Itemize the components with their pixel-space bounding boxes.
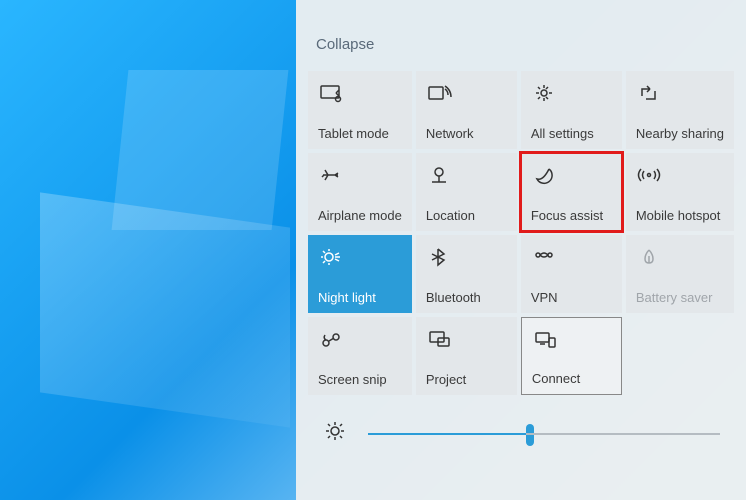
tile-all-settings[interactable]: All settings: [521, 71, 622, 149]
tile-mobile-hotspot[interactable]: Mobile hotspot: [626, 153, 734, 231]
night-light-icon: [318, 243, 402, 271]
location-icon: [426, 161, 507, 189]
project-icon: [426, 325, 507, 353]
tile-label: Focus assist: [531, 208, 612, 223]
tile-vpn[interactable]: VPN: [521, 235, 622, 313]
action-center-panel: Collapse Tablet mode Network All setting…: [296, 0, 746, 500]
tile-project[interactable]: Project: [416, 317, 517, 395]
tile-screen-snip[interactable]: Screen snip: [308, 317, 412, 395]
bluetooth-icon: [426, 243, 507, 271]
screen-snip-icon: [318, 325, 402, 353]
tile-location[interactable]: Location: [416, 153, 517, 231]
connect-icon: [532, 326, 611, 354]
brightness-icon: [322, 419, 350, 448]
tile-label: Project: [426, 372, 507, 387]
battery-saver-icon: [636, 243, 724, 271]
collapse-button[interactable]: Collapse: [304, 28, 386, 71]
tablet-mode-icon: [318, 79, 402, 107]
tile-label: VPN: [531, 290, 612, 305]
quick-actions-grid: Tablet mode Network All settings Nearby …: [304, 71, 738, 395]
tile-label: Night light: [318, 290, 402, 305]
focus-assist-icon: [531, 161, 612, 189]
tile-nearby-sharing[interactable]: Nearby sharing: [626, 71, 734, 149]
brightness-slider-row: [304, 395, 738, 458]
vpn-icon: [531, 243, 612, 271]
tile-bluetooth[interactable]: Bluetooth: [416, 235, 517, 313]
tile-label: All settings: [531, 126, 612, 141]
tile-label: Connect: [532, 371, 611, 386]
tile-label: Tablet mode: [318, 126, 402, 141]
tile-label: Bluetooth: [426, 290, 507, 305]
brightness-slider-thumb[interactable]: [526, 424, 534, 446]
tile-label: Screen snip: [318, 372, 402, 387]
tile-label: Mobile hotspot: [636, 208, 724, 223]
tile-label: Airplane mode: [318, 208, 402, 223]
tile-tablet-mode[interactable]: Tablet mode: [308, 71, 412, 149]
nearby-sharing-icon: [636, 79, 724, 107]
settings-icon: [531, 79, 612, 107]
tile-airplane-mode[interactable]: Airplane mode: [308, 153, 412, 231]
network-icon: [426, 79, 507, 107]
tile-battery-saver[interactable]: Battery saver: [626, 235, 734, 313]
airplane-mode-icon: [318, 161, 402, 189]
mobile-hotspot-icon: [636, 161, 724, 189]
brightness-slider[interactable]: [368, 433, 720, 435]
tile-network[interactable]: Network: [416, 71, 517, 149]
tile-connect[interactable]: Connect: [521, 317, 622, 395]
tile-label: Location: [426, 208, 507, 223]
tile-label: Battery saver: [636, 290, 724, 305]
tile-focus-assist[interactable]: Focus assist: [521, 153, 622, 231]
tile-label: Nearby sharing: [636, 126, 724, 141]
tile-night-light[interactable]: Night light: [308, 235, 412, 313]
tile-label: Network: [426, 126, 507, 141]
